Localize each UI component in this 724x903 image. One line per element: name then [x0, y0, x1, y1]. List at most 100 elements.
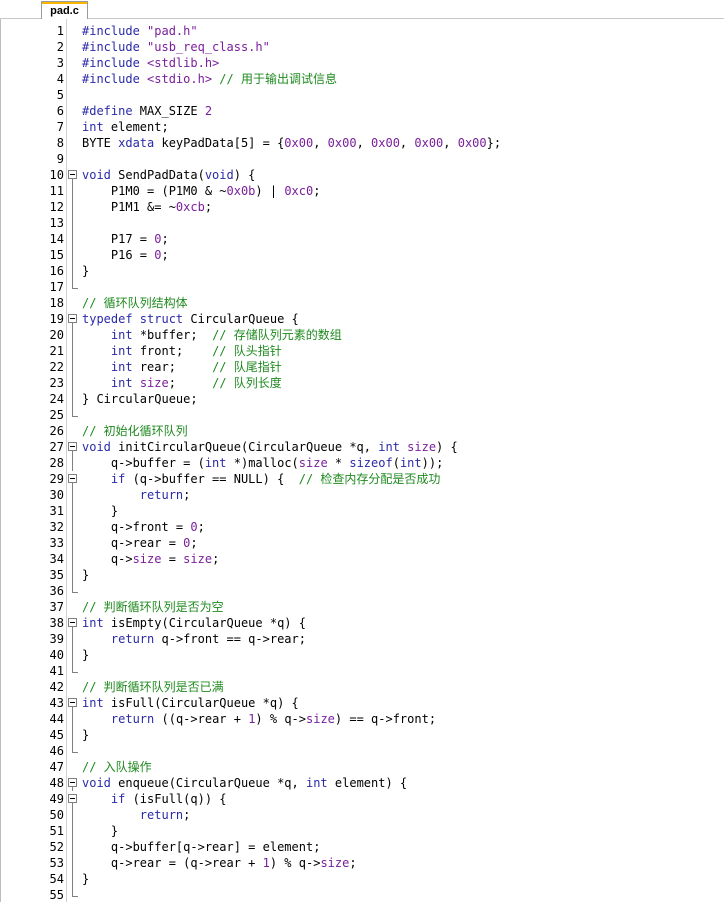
- code-line[interactable]: 14 P17 = 0;: [0, 231, 724, 247]
- code-line[interactable]: 10 void SendPadData(void) {: [0, 167, 724, 183]
- code-text: }: [82, 872, 90, 886]
- collapse-icon[interactable]: [68, 442, 77, 451]
- collapse-icon[interactable]: [68, 474, 77, 483]
- code-line[interactable]: 4 #include <stdio.h> // 用于输出调试信息: [0, 71, 724, 87]
- code-line[interactable]: 26 // 初始化循环队列: [0, 423, 724, 439]
- code-line[interactable]: 9: [0, 151, 724, 167]
- line-number: 46: [49, 744, 64, 758]
- code-line[interactable]: 15 P16 = 0;: [0, 247, 724, 263]
- code-line[interactable]: 49 if (isFull(q)) {: [0, 791, 724, 807]
- code-text: // 判断循环队列是否已满: [82, 680, 224, 694]
- code-line[interactable]: 1 #include "pad.h": [0, 23, 724, 39]
- code-line[interactable]: 7 int element;: [0, 119, 724, 135]
- code-line[interactable]: 20 int *buffer; // 存储队列元素的数组: [0, 327, 724, 343]
- fold-marker[interactable]: [67, 791, 77, 807]
- code-text: P16 = 0;: [82, 248, 169, 262]
- collapse-icon[interactable]: [68, 170, 77, 179]
- collapse-icon[interactable]: [68, 314, 77, 323]
- collapse-icon[interactable]: [68, 794, 77, 803]
- code-line[interactable]: 21 int front; // 队头指针: [0, 343, 724, 359]
- fold-marker: [67, 247, 77, 263]
- code-line[interactable]: 42 // 判断循环队列是否已满: [0, 679, 724, 695]
- line-number: 17: [49, 280, 64, 294]
- code-text: if (q->buffer == NULL) { // 检查内存分配是否成功: [110, 472, 441, 486]
- code-line[interactable]: 51 }: [0, 823, 724, 839]
- fold-marker[interactable]: [67, 471, 77, 487]
- code-line[interactable]: 12 P1M1 &= ~0xcb;: [0, 199, 724, 215]
- code-line[interactable]: 6 #define MAX_SIZE 2: [0, 103, 724, 119]
- code-line[interactable]: 35}: [0, 567, 724, 583]
- line-number: 33: [49, 536, 64, 550]
- line-number: 44: [49, 712, 64, 726]
- line-number: 35: [49, 568, 64, 582]
- collapse-icon[interactable]: [68, 618, 77, 627]
- code-line[interactable]: 44 return ((q->rear + 1) % q->size) == q…: [0, 711, 724, 727]
- fold-marker[interactable]: [67, 439, 77, 455]
- code-line[interactable]: 19 typedef struct CircularQueue {: [0, 311, 724, 327]
- code-line[interactable]: 28 q->buffer = (int *)malloc(size * size…: [0, 455, 724, 471]
- code-line[interactable]: 17: [0, 279, 724, 295]
- fold-marker: [67, 263, 77, 279]
- collapse-icon[interactable]: [68, 698, 77, 707]
- code-line[interactable]: 30 return;: [0, 487, 724, 503]
- code-line[interactable]: 50 return;: [0, 807, 724, 823]
- code-text: // 入队操作: [82, 760, 152, 774]
- code-line[interactable]: 41: [0, 663, 724, 679]
- fold-marker[interactable]: [67, 167, 77, 183]
- fold-marker[interactable]: [67, 695, 77, 711]
- line-number: 26: [49, 424, 64, 438]
- fold-marker: [67, 759, 77, 775]
- fold-marker: [67, 183, 77, 199]
- code-line[interactable]: 53 q->rear = (q->rear + 1) % q->size;: [0, 855, 724, 871]
- code-line[interactable]: 31 }: [0, 503, 724, 519]
- code-line[interactable]: 47 // 入队操作: [0, 759, 724, 775]
- code-line[interactable]: 25: [0, 407, 724, 423]
- code-line[interactable]: 8 BYTE xdata keyPadData[5] = {0x00, 0x00,…: [0, 135, 724, 151]
- fold-marker: [67, 343, 77, 359]
- code-line[interactable]: 22 int rear; // 队尾指针: [0, 359, 724, 375]
- fold-marker[interactable]: [67, 615, 77, 631]
- code-line[interactable]: 45}: [0, 727, 724, 743]
- code-line[interactable]: 43 int isFull(CircularQueue *q) {: [0, 695, 724, 711]
- code-line[interactable]: 2 #include "usb_req_class.h": [0, 39, 724, 55]
- code-line[interactable]: 46: [0, 743, 724, 759]
- code-line[interactable]: 34 q->size = size;: [0, 551, 724, 567]
- line-number: 47: [49, 760, 64, 774]
- code-text: q->size = size;: [82, 552, 220, 566]
- code-text: q->buffer = (int *)malloc(size * sizeof(…: [82, 456, 444, 470]
- code-line[interactable]: 27 void initCircularQueue(CircularQueue *…: [0, 439, 724, 455]
- code-line[interactable]: 37 // 判断循环队列是否为空: [0, 599, 724, 615]
- code-line[interactable]: 24} CircularQueue;: [0, 391, 724, 407]
- code-lines: 1 #include "pad.h" 2 #include "usb_req_clas…: [0, 23, 724, 903]
- fold-marker: [67, 567, 77, 583]
- fold-marker[interactable]: [67, 775, 77, 791]
- code-line[interactable]: 23 int size; // 队列长度: [0, 375, 724, 391]
- collapse-icon[interactable]: [68, 778, 77, 787]
- code-line[interactable]: 11 P1M0 = (P1M0 & ~0x0b) | 0xc0;: [0, 183, 724, 199]
- line-number: 20: [49, 328, 64, 342]
- code-line[interactable]: 48 void enqueue(CircularQueue *q, int ele…: [0, 775, 724, 791]
- fold-marker: [67, 231, 77, 247]
- code-line[interactable]: 55: [0, 887, 724, 903]
- code-line[interactable]: 32 q->front = 0;: [0, 519, 724, 535]
- code-line[interactable]: 3 #include <stdlib.h>: [0, 55, 724, 71]
- code-line[interactable]: 40}: [0, 647, 724, 663]
- code-line[interactable]: 33 q->rear = 0;: [0, 535, 724, 551]
- code-line[interactable]: 13: [0, 215, 724, 231]
- tab-pad-c[interactable]: pad.c: [41, 1, 88, 19]
- code-line[interactable]: 36: [0, 583, 724, 599]
- code-line[interactable]: 29 if (q->buffer == NULL) { // 检查内存分配是否成…: [0, 471, 724, 487]
- fold-marker[interactable]: [67, 311, 77, 327]
- code-line[interactable]: 38 int isEmpty(CircularQueue *q) {: [0, 615, 724, 631]
- code-line[interactable]: 54}: [0, 871, 724, 887]
- code-line[interactable]: 16}: [0, 263, 724, 279]
- code-line[interactable]: 52 q->buffer[q->rear] = element;: [0, 839, 724, 855]
- code-text: return;: [139, 488, 191, 502]
- code-line[interactable]: 18 // 循环队列结构体: [0, 295, 724, 311]
- line-number: 28: [49, 456, 64, 470]
- line-number: 8: [56, 136, 64, 150]
- code-line[interactable]: 39 return q->front == q->rear;: [0, 631, 724, 647]
- line-number: 3: [56, 56, 64, 70]
- code-line[interactable]: 5: [0, 87, 724, 103]
- fold-marker: [67, 55, 77, 71]
